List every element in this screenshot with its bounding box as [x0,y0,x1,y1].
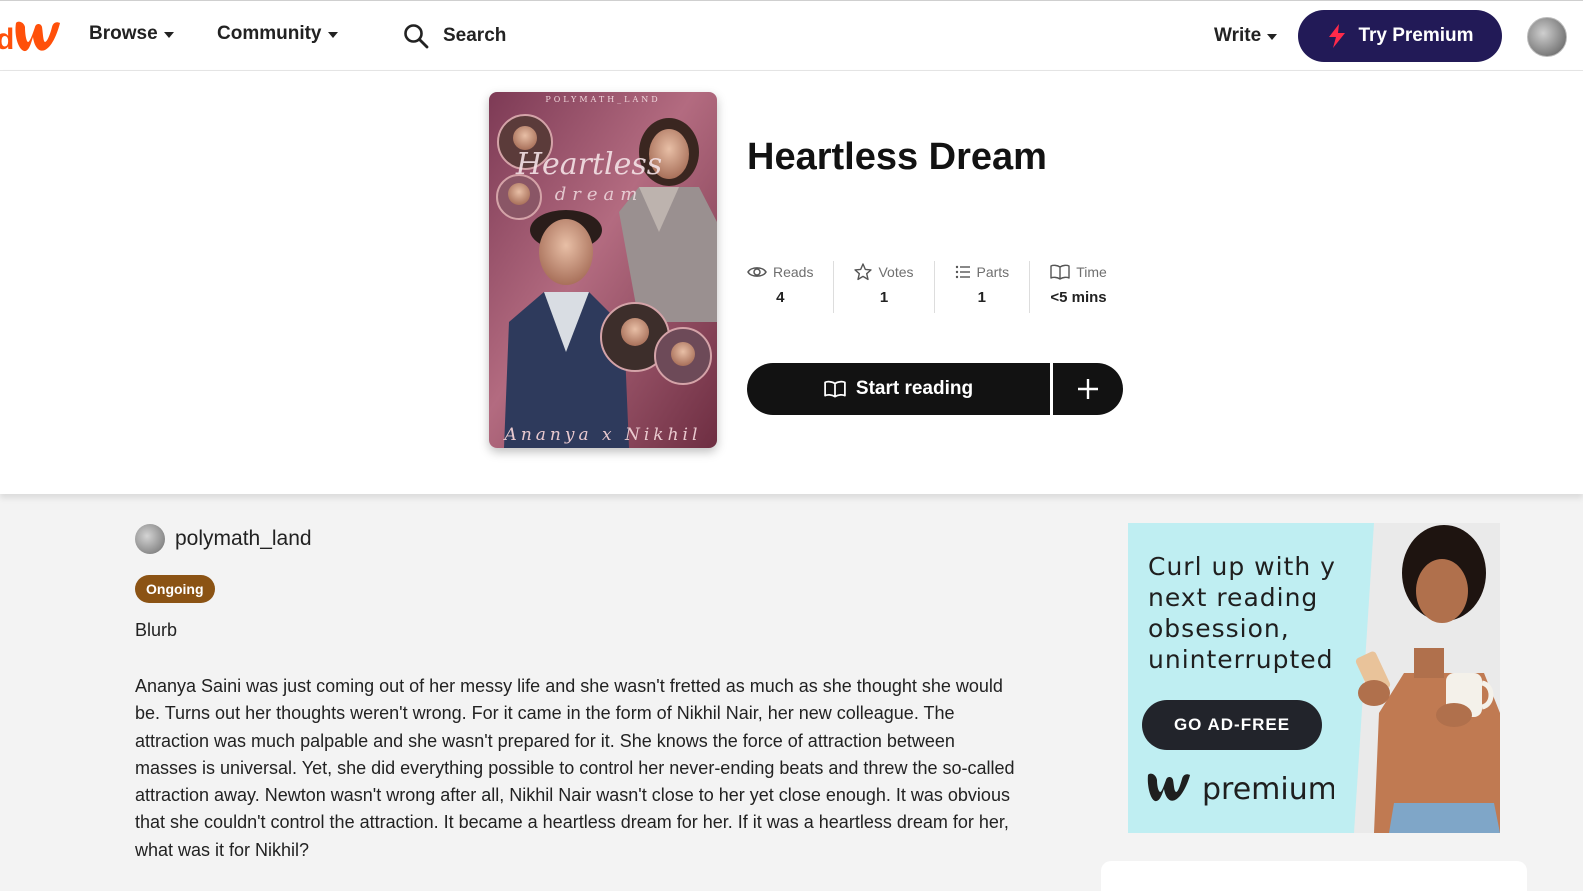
book-icon [1050,264,1070,280]
go-ad-free-button[interactable]: GO AD-FREE [1142,700,1322,750]
star-icon [854,263,873,281]
plus-icon [1078,379,1098,399]
nav-browse[interactable]: Browse [89,23,174,45]
stat-votes: Votes 1 [834,261,935,313]
chevron-down-icon [327,32,338,38]
stat-votes-value: 1 [879,289,889,306]
stat-parts-label: Parts [976,264,1010,280]
nav-browse-label: Browse [89,23,158,44]
stat-votes-label: Votes [878,264,914,280]
stat-reads-value: 4 [776,289,785,306]
search-label: Search [443,25,507,46]
ad-brand-label: premium [1202,771,1337,807]
lightning-bolt-icon [1329,24,1346,48]
ad-brand: premium [1146,771,1337,807]
stat-reads: Reads 4 [747,261,835,313]
wattpad-w-icon [1147,773,1190,802]
stat-time: Time <5 mins [1030,261,1127,313]
story-description: Ananya Saini was just coming out of her … [135,676,1015,860]
user-avatar[interactable] [1527,17,1567,57]
chevron-down-icon [163,32,174,38]
search-button[interactable]: Search [403,23,506,49]
wattpad-logo[interactable]: d [0,15,68,59]
try-premium-button[interactable]: Try Premium [1298,10,1502,62]
stat-parts-value: 1 [977,289,987,306]
author-avatar[interactable] [135,524,165,554]
cover-subtitle-script: dream [555,184,644,205]
author-name[interactable]: polymath_land [175,527,312,551]
cover-top-text: POLYMATH_LAND [545,95,660,104]
story-title: Heartless Dream [747,136,1047,178]
cover-title-script: Heartless [515,147,662,182]
book-open-icon [824,380,846,398]
status-badge: Ongoing [135,575,215,603]
list-icon [955,265,970,279]
story-stats: Reads 4 Votes 1 Parts 1 Time <5 mins [747,261,1127,313]
premium-ad-banner[interactable]: Curl up with your next reading obsession… [1128,523,1500,833]
stat-time-label: Time [1076,264,1107,280]
nav-write[interactable]: Write [1214,25,1278,47]
story-cover-image[interactable]: POLYMATH_LAND Heartless dream Ananya x N… [489,92,717,448]
stat-time-value: <5 mins [1050,289,1107,306]
nav-community-label: Community [217,23,322,44]
add-to-library-button[interactable] [1053,363,1123,415]
start-reading-label: Start reading [855,378,974,399]
start-reading-button[interactable]: Start reading [747,363,1050,415]
cover-bottom-text: Ananya x Nikhil [503,425,702,445]
ad-illustration-woman [1334,523,1500,833]
story-hero-section: POLYMATH_LAND Heartless dream Ananya x N… [0,71,1583,494]
stat-reads-label: Reads [773,264,814,280]
sidebar-card [1101,861,1527,891]
author-link[interactable]: polymath_land [135,524,312,554]
chevron-down-icon [1267,34,1278,40]
nav-write-label: Write [1214,25,1262,46]
try-premium-label: Try Premium [1358,25,1474,46]
eye-icon [747,267,767,277]
blurb-heading: Blurb [135,620,178,640]
top-navigation-bar: d Browse Community Search Write Try Prem… [0,0,1583,71]
search-icon [404,24,429,49]
svg-text:d: d [0,23,14,56]
stat-parts: Parts 1 [935,261,1031,313]
nav-community[interactable]: Community [217,23,338,45]
